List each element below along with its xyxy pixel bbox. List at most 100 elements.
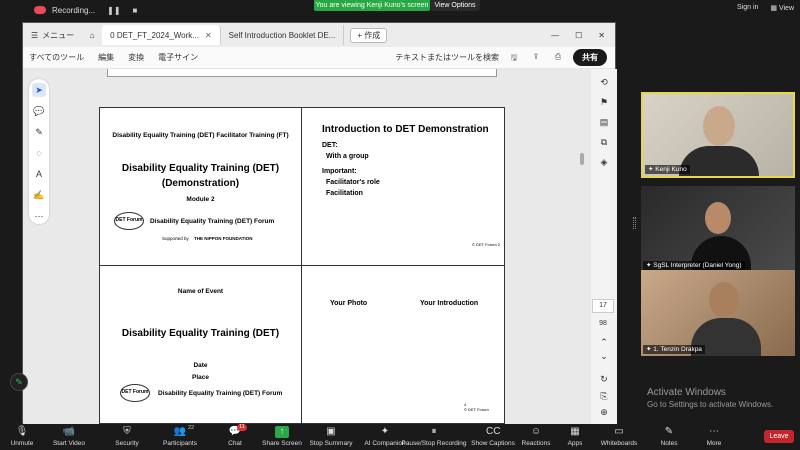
pause-icon[interactable]: ❚❚ [107,6,120,15]
slide-photo-intro: Your Photo Your Introduction 4 © DET Foru… [302,266,504,424]
slide3-forum: Disability Equality Training (DET) Forum [158,390,283,397]
window-controls: — ☐ ✕ [551,31,615,40]
annotate-pen-icon[interactable]: ✎ [10,373,28,391]
upload-icon[interactable]: ⇪ [529,52,543,64]
reactions-icon: ☺ [530,426,542,437]
quick-tools-panel: ➤ 💬 ✎ ◌ A ✍ ⋯ [29,79,49,224]
participants-button[interactable]: 👥 22 Participants [150,424,210,450]
maximize-icon[interactable]: ☐ [575,31,582,40]
stop-summary-button[interactable]: ▣ Stop Summary [301,424,361,450]
control-label: Unmute [10,440,34,447]
print-icon[interactable]: ⎙ [551,52,565,64]
view-options-button[interactable]: View Options [430,0,480,11]
slide-title: Disability Equality Training (DET) Facil… [100,108,302,266]
sign-in-button[interactable]: Sign in [737,4,758,12]
tab-self-intro[interactable]: Self Introduction Booklet DE... [221,25,345,45]
slide3-title: Disability Equality Training (DET) [121,328,280,339]
slide2-role: Facilitator's role [326,179,380,186]
menu-esign[interactable]: 電子サイン [158,52,198,63]
zoom-top-bar: Recording... ❚❚ ■ You are viewing Kenji … [0,0,800,20]
start-video-button[interactable]: 📹 Start Video [39,424,99,450]
tab-det-ft[interactable]: 0 DET_FT_2024_Work... ✕ [102,25,221,45]
copy-page-icon[interactable]: ⎘ [598,391,610,402]
scrollbar-thumb[interactable] [580,153,584,165]
menu-convert[interactable]: 変換 [128,52,144,63]
refresh-icon[interactable]: ↻ [598,374,610,385]
det-forum-logo: DET Forum [114,212,144,230]
scrollbar[interactable] [580,83,584,413]
bookmark-icon[interactable]: ⚑ [598,97,610,108]
text-box-icon[interactable]: A [32,167,46,181]
menu-all-tools[interactable]: すべてのツール [29,52,84,63]
right-tool-rail: ⟲ ⚑ ▤ ⧉ ◈ ⌃ ⌄ ↻ ⎘ ⊕ [591,69,617,424]
close-window-icon[interactable]: ✕ [598,31,605,40]
video-off-icon: 📹 [62,426,76,437]
supported-by: Supported by THE NIPPON FOUNDATION [162,236,252,241]
page-number-input[interactable]: 17 [592,299,614,313]
leave-button[interactable]: Leave [764,430,794,443]
control-label: Pause/Stop Recording [401,440,467,447]
video-tile-interpreter[interactable]: ✦ SgSL Interpreter (Daniel Yong) [641,186,795,272]
hamburger-icon: ☰ [31,30,39,40]
control-label: Start Video [52,440,86,447]
comment-icon[interactable]: 💬 [32,104,46,118]
notes-icon: ✎ [664,426,674,437]
save-icon[interactable]: 🖫 [507,52,521,64]
stop-icon[interactable]: ■ [133,6,138,15]
select-cursor-icon[interactable]: ➤ [32,83,46,97]
slide3-date: Date [193,362,208,369]
ai-assistant-icon[interactable]: ⟲ [598,77,610,88]
activate-subtitle: Go to Settings to activate Windows. [647,400,774,409]
security-button[interactable]: ⛨ Security [97,424,157,450]
lasso-icon[interactable]: ◌ [32,146,46,160]
activate-title: Activate Windows [647,387,726,398]
participant-name: Kenji Kuno [655,166,687,173]
close-icon[interactable]: ✕ [205,31,212,40]
menu-edit[interactable]: 編集 [98,52,114,63]
recording-indicator[interactable]: Recording... ❚❚ ■ [34,3,174,17]
menu-button[interactable]: ☰ メニュー [23,30,82,41]
captions-icon: CC [486,426,501,437]
signature-icon[interactable]: ✍ [32,188,46,202]
control-label: Notes [660,440,678,447]
chevron-down-icon[interactable]: ⌄ [598,351,610,362]
control-label: Chat [228,440,242,447]
search-tools-field[interactable]: テキストまたはツールを検索 [395,52,499,63]
slide2-important: Important: [322,168,357,175]
video-tile-tenzin[interactable]: ✦ 1. Tenzin Drakpa [641,270,795,356]
control-label: More [706,440,722,447]
home-icon[interactable]: ⌂ [82,31,102,40]
slide-event: Name of Event Disability Equality Traini… [100,266,302,424]
nippon-foundation-logo: THE NIPPON FOUNDATION [194,236,253,241]
participant-count: 22 [188,425,195,431]
new-tab-button[interactable]: + 作成 [350,27,388,43]
footer-text: © DET Forum [472,242,497,247]
view-button[interactable]: ▦ View [770,4,794,12]
video-tile-kenji[interactable]: ✦ Kenji Kuno [641,92,795,178]
slide1-forum: Disability Equality Training (DET) Forum [150,218,275,225]
slide1-header: Disability Equality Training (DET) Facil… [112,132,289,139]
top-right-controls: Sign in ▦ View [737,4,794,12]
slide2-title: Introduction to DET Demonstration [322,124,489,135]
highlight-pen-icon[interactable]: ✎ [32,125,46,139]
copy-icon[interactable]: ⧉ [598,137,610,148]
zoom-in-icon[interactable]: ⊕ [598,407,610,418]
whiteboard-icon: ▭ [614,426,624,437]
control-label: Whiteboards [600,440,638,447]
more-button[interactable]: ⋯ More [684,424,744,450]
thumbnails-icon[interactable]: ▤ [598,117,610,128]
more-tools-icon[interactable]: ⋯ [32,209,46,223]
chevron-up-icon[interactable]: ⌃ [598,337,610,348]
stop-summary-icon: ▣ [326,426,336,437]
view-label: View [778,5,794,12]
share-button[interactable]: 共有 [573,49,607,66]
minimize-icon[interactable]: — [551,31,559,40]
new-tab-label: 作成 [364,30,381,40]
slide2-footer: © DET Forum 2 [472,242,500,247]
pause-stop-recording-button[interactable]: ⏸ Pause/Stop Recording [401,424,467,450]
meeting-controls: 🎙 Unmute 📹 Start Video ⛨ Security 👥 22 Participa… [0,424,800,450]
tab-label: Self Introduction Booklet DE... [228,30,336,40]
page-total: 98 [599,320,607,327]
layers-icon[interactable]: ◈ [598,157,610,168]
slide1-title-2: (Demonstration) [161,178,240,189]
